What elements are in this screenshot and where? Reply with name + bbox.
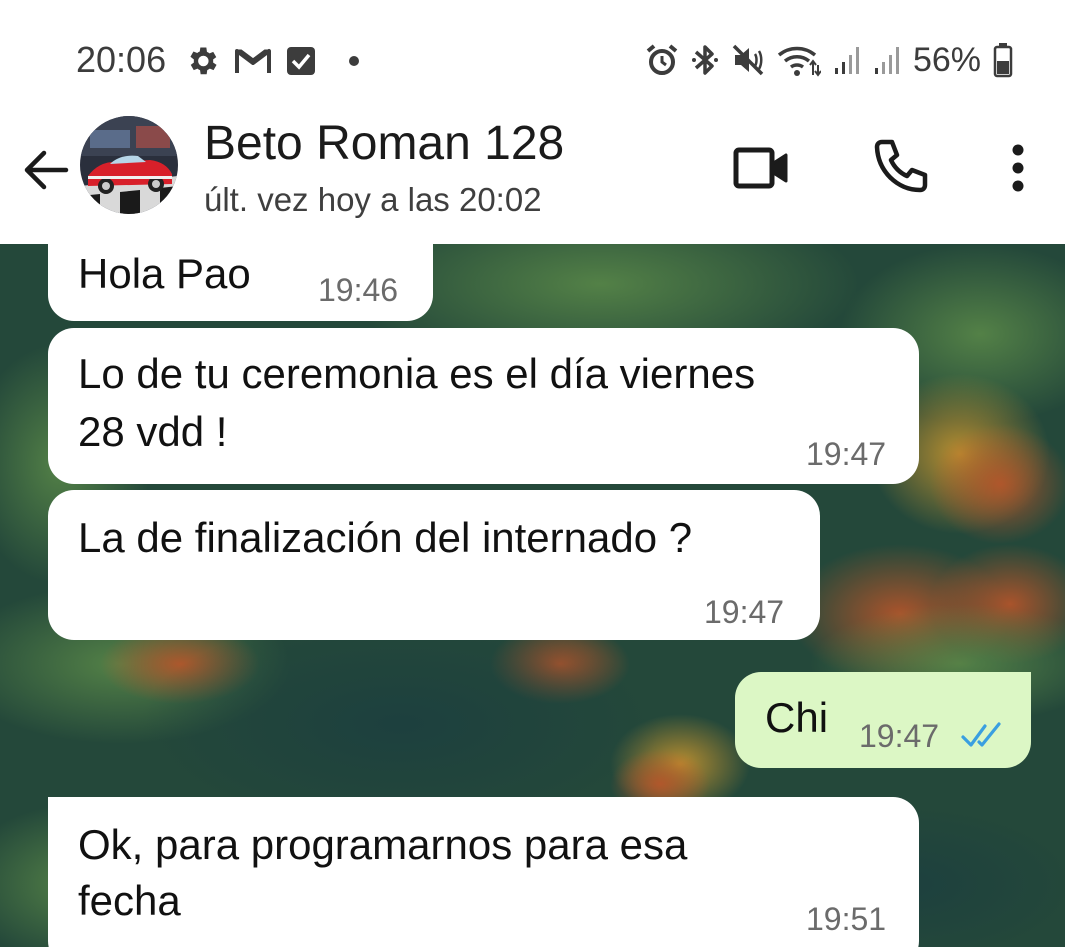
message-text: Hola Pao (78, 250, 251, 297)
message-text: Ok, para programarnos para esa (78, 821, 688, 868)
bluetooth-icon (691, 42, 719, 78)
settings-gear-icon (184, 43, 220, 79)
battery-percent: 56% (912, 41, 981, 79)
message-bubble-incoming[interactable]: Ok, para programarnos para esa fecha 19:… (48, 797, 919, 947)
signal-icon (833, 44, 861, 76)
wifi-icon (777, 43, 821, 77)
message-text: 28 vdd ! (78, 408, 228, 455)
message-bubble-incoming[interactable]: Hola Pao 19:46 (48, 244, 433, 321)
last-seen-status: últ. vez hoy a las 20:02 (204, 181, 542, 218)
status-left-icons (184, 42, 360, 80)
status-time: 20:06 (76, 39, 167, 80)
status-right-icons: 56% (645, 40, 1013, 80)
video-call-button[interactable] (730, 136, 794, 200)
message-bubble-incoming[interactable]: La de finalización del internado ? 19:47 (48, 490, 820, 640)
mute-icon (731, 43, 765, 77)
contact-avatar[interactable] (80, 116, 178, 214)
more-vert-icon (1012, 144, 1024, 192)
status-bar: 20:06 56% (0, 0, 1065, 110)
chat-messages-area[interactable]: Hola Pao 19:46 Lo de tu ceremonia es el … (0, 244, 1065, 947)
message-time: 19:46 (318, 272, 399, 308)
back-arrow-icon (24, 150, 69, 190)
message-time: 19:47 (859, 718, 940, 754)
phone-icon (874, 139, 928, 193)
dot-icon (348, 55, 360, 67)
message-text: Lo de tu ceremonia es el día viernes (78, 350, 756, 397)
message-time: 19:51 (806, 901, 887, 937)
message-time: 19:47 (806, 436, 887, 472)
contact-name[interactable]: Beto Roman 128 (204, 116, 564, 172)
more-options-button[interactable] (986, 136, 1050, 200)
message-bubble-incoming[interactable]: Lo de tu ceremonia es el día viernes 28 … (48, 328, 919, 484)
battery-icon (993, 42, 1013, 78)
message-text: fecha (78, 877, 181, 924)
signal-icon (873, 44, 901, 76)
message-text: La de finalización del internado ? (78, 514, 693, 561)
video-camera-icon (733, 147, 788, 189)
chat-header: Beto Roman 128 últ. vez hoy a las 20:02 (0, 110, 1065, 244)
message-text: Chi (765, 694, 829, 741)
read-receipt-double-check-icon (961, 722, 1001, 747)
voice-call-button[interactable] (868, 136, 932, 200)
avatar-car-photo (80, 116, 178, 214)
back-button[interactable] (18, 142, 74, 198)
message-bubble-outgoing[interactable]: Chi 19:47 (735, 672, 1031, 768)
checkbox-icon (286, 46, 316, 76)
message-time: 19:47 (704, 594, 785, 630)
alarm-icon (645, 43, 679, 77)
gmail-icon (234, 45, 272, 77)
